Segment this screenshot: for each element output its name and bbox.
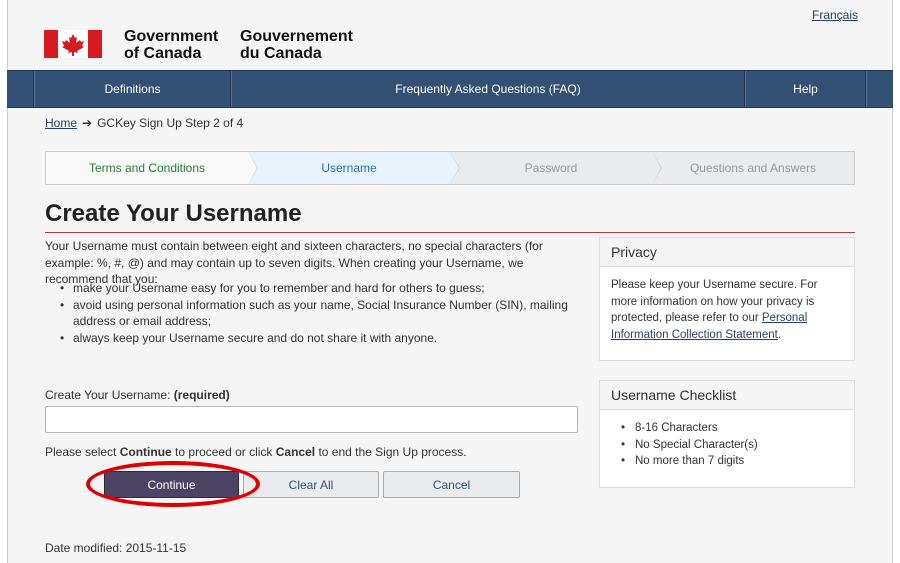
signature-fr-line1: Gouvernement [240, 28, 353, 45]
checklist-item: 8-16 Characters [621, 420, 843, 437]
username-label-text: Create Your Username: [45, 388, 171, 402]
title-divider [45, 232, 855, 233]
menu-item-faq[interactable]: Frequently Asked Questions (FAQ) [231, 71, 745, 107]
checklist-list: 8-16 Characters No Special Character(s) … [611, 420, 843, 470]
username-checklist-panel: Username Checklist 8-16 Characters No Sp… [599, 380, 855, 488]
menu-spacer-right [866, 71, 893, 107]
page-title: Create Your Username [45, 200, 302, 227]
step-divider-fill [450, 152, 459, 184]
list-item: make your Username easy for you to remem… [60, 280, 580, 297]
privacy-panel-body: Please keep your Username secure. For mo… [600, 267, 854, 353]
proceed-text-1: Please select [45, 445, 120, 459]
clear-all-button[interactable]: Clear All [243, 471, 379, 498]
progress-steps: Terms and Conditions Username Password Q… [45, 151, 855, 185]
step-label: Password [524, 161, 578, 175]
date-modified: Date modified: 2015-11-15 [45, 541, 187, 555]
list-item: always keep your Username secure and do … [60, 330, 580, 347]
breadcrumb-current: GCKey Sign Up Step 2 of 4 [97, 116, 244, 130]
required-marker: (required) [173, 388, 230, 402]
signature-en-line2: of Canada [124, 45, 202, 62]
checklist-body: 8-16 Characters No Special Character(s) … [600, 410, 854, 480]
canada-flag-icon [44, 30, 102, 58]
cancel-button[interactable]: Cancel [383, 471, 520, 498]
signature-fr-line2: du Canada [240, 45, 322, 62]
step-label: Questions and Answers [689, 161, 817, 175]
main-menu: Definitions Frequently Asked Questions (… [7, 70, 893, 108]
menu-item-definitions[interactable]: Definitions [34, 71, 231, 107]
username-field-label: Create Your Username: (required) [45, 388, 230, 402]
signature-english: Government of Canada [124, 28, 218, 62]
privacy-panel: Privacy Please keep your Username secure… [599, 237, 855, 361]
menu-item-help[interactable]: Help [745, 71, 866, 107]
step-label: Terms and Conditions [88, 161, 206, 175]
proceed-cancel-word: Cancel [275, 445, 316, 459]
continue-button[interactable]: Continue [104, 471, 239, 498]
checklist-heading: Username Checklist [600, 381, 854, 410]
step-label: Username [321, 161, 377, 175]
menu-spacer-left [7, 71, 34, 107]
privacy-panel-heading: Privacy [600, 238, 854, 267]
breadcrumb: Home ➔ GCKey Sign Up Step 2 of 4 [45, 116, 243, 130]
proceed-text-2: to proceed or click [171, 445, 276, 459]
breadcrumb-arrow-icon: ➔ [82, 116, 93, 130]
privacy-text-end: . [777, 328, 782, 341]
step-divider-fill [652, 152, 661, 184]
breadcrumb-home-link[interactable]: Home [45, 116, 77, 130]
signature-en-line1: Government [124, 28, 219, 45]
proceed-text-3: to end the Sign Up process. [315, 445, 467, 459]
proceed-continue-word: Continue [119, 445, 172, 459]
signature-french: Gouvernement du Canada [240, 28, 353, 62]
step-divider-fill [248, 152, 257, 184]
language-toggle-link[interactable]: Français [812, 8, 858, 22]
checklist-item: No more than 7 digits [621, 453, 843, 470]
list-item: avoid using personal information such as… [60, 297, 580, 330]
username-input[interactable] [45, 406, 578, 433]
step-username: Username [248, 152, 460, 184]
step-questions-and-answers: Questions and Answers [652, 152, 854, 184]
step-password: Password [450, 152, 662, 184]
recommendation-list: make your Username easy for you to remem… [60, 280, 580, 346]
step-terms-and-conditions: Terms and Conditions [46, 152, 258, 184]
checklist-item: No Special Character(s) [621, 437, 843, 454]
proceed-instructions: Please select Continue to proceed or cli… [45, 445, 467, 459]
